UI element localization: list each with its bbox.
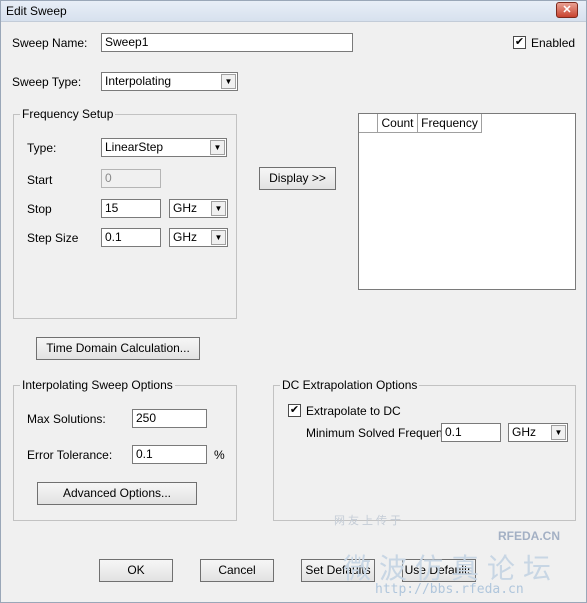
edit-sweep-dialog: Edit Sweep ✕ Sweep Name: Sweep1 ✔ Enable… [0, 0, 587, 603]
dc-options-title: DC Extrapolation Options [280, 378, 420, 392]
window-title: Edit Sweep [6, 4, 67, 18]
min-solved-freq-label: Minimum Solved Frequency [306, 426, 455, 440]
min-freq-unit-value: GHz [512, 425, 536, 439]
watermark-brand: RFEDA.CN [498, 529, 560, 543]
step-size-label: Step Size [27, 231, 79, 245]
chevron-down-icon: ▼ [221, 74, 236, 89]
chevron-down-icon: ▼ [551, 425, 566, 440]
step-size-input[interactable]: 0.1 [101, 228, 161, 247]
chevron-down-icon: ▼ [210, 140, 225, 155]
stop-unit-select[interactable]: GHz ▼ [169, 199, 228, 218]
extrapolate-dc-checkbox[interactable]: ✔ [288, 404, 301, 417]
step-unit-value: GHz [173, 230, 197, 244]
min-freq-unit-select[interactable]: GHz ▼ [508, 423, 568, 442]
table-header-frequency[interactable]: Frequency [418, 114, 482, 133]
error-tolerance-unit: % [214, 448, 225, 462]
table-header-count[interactable]: Count [378, 114, 418, 133]
sweep-name-label: Sweep Name: [12, 36, 88, 50]
interp-options-title: Interpolating Sweep Options [20, 378, 175, 392]
freq-type-value: LinearStep [105, 140, 164, 154]
display-button[interactable]: Display >> [259, 167, 336, 190]
sweep-type-label: Sweep Type: [12, 75, 82, 89]
extrapolate-dc-label: Extrapolate to DC [306, 404, 401, 418]
stop-label: Stop [27, 202, 52, 216]
watermark-upload-text: 网友上传于 [334, 515, 404, 527]
enabled-label: Enabled [531, 36, 576, 50]
freq-type-label: Type: [27, 141, 57, 155]
advanced-options-button[interactable]: Advanced Options... [37, 482, 197, 505]
frequency-table[interactable]: Count Frequency [358, 113, 576, 290]
stop-unit-value: GHz [173, 201, 197, 215]
stop-input[interactable]: 15 [101, 199, 161, 218]
sweep-type-value: Interpolating [105, 74, 172, 88]
max-solutions-input[interactable]: 250 [132, 409, 207, 428]
step-unit-select[interactable]: GHz ▼ [169, 228, 228, 247]
min-solved-freq-input[interactable]: 0.1 [441, 423, 501, 442]
freq-type-select[interactable]: LinearStep ▼ [101, 138, 227, 157]
close-button[interactable]: ✕ [556, 2, 578, 18]
start-label: Start [27, 173, 53, 187]
title-bar: Edit Sweep ✕ [1, 1, 586, 22]
ok-button[interactable]: OK [99, 559, 173, 582]
start-input[interactable]: 0 [101, 169, 161, 188]
frequency-setup-title: Frequency Setup [20, 107, 116, 121]
chevron-down-icon: ▼ [211, 201, 226, 216]
table-header-blank [359, 114, 378, 133]
enabled-checkbox[interactable]: ✔ [513, 36, 526, 49]
cancel-button[interactable]: Cancel [200, 559, 274, 582]
error-tolerance-input[interactable]: 0.1 [132, 445, 207, 464]
sweep-name-input[interactable]: Sweep1 [101, 33, 353, 52]
watermark-url: http://bbs.rfeda.cn [375, 582, 524, 597]
error-tolerance-label: Error Tolerance: [27, 448, 113, 462]
watermark-forum-name: 微波仿真论坛 [343, 552, 560, 585]
chevron-down-icon: ▼ [211, 230, 226, 245]
max-solutions-label: Max Solutions: [27, 412, 106, 426]
time-domain-button[interactable]: Time Domain Calculation... [36, 337, 200, 360]
sweep-type-select[interactable]: Interpolating ▼ [101, 72, 238, 91]
